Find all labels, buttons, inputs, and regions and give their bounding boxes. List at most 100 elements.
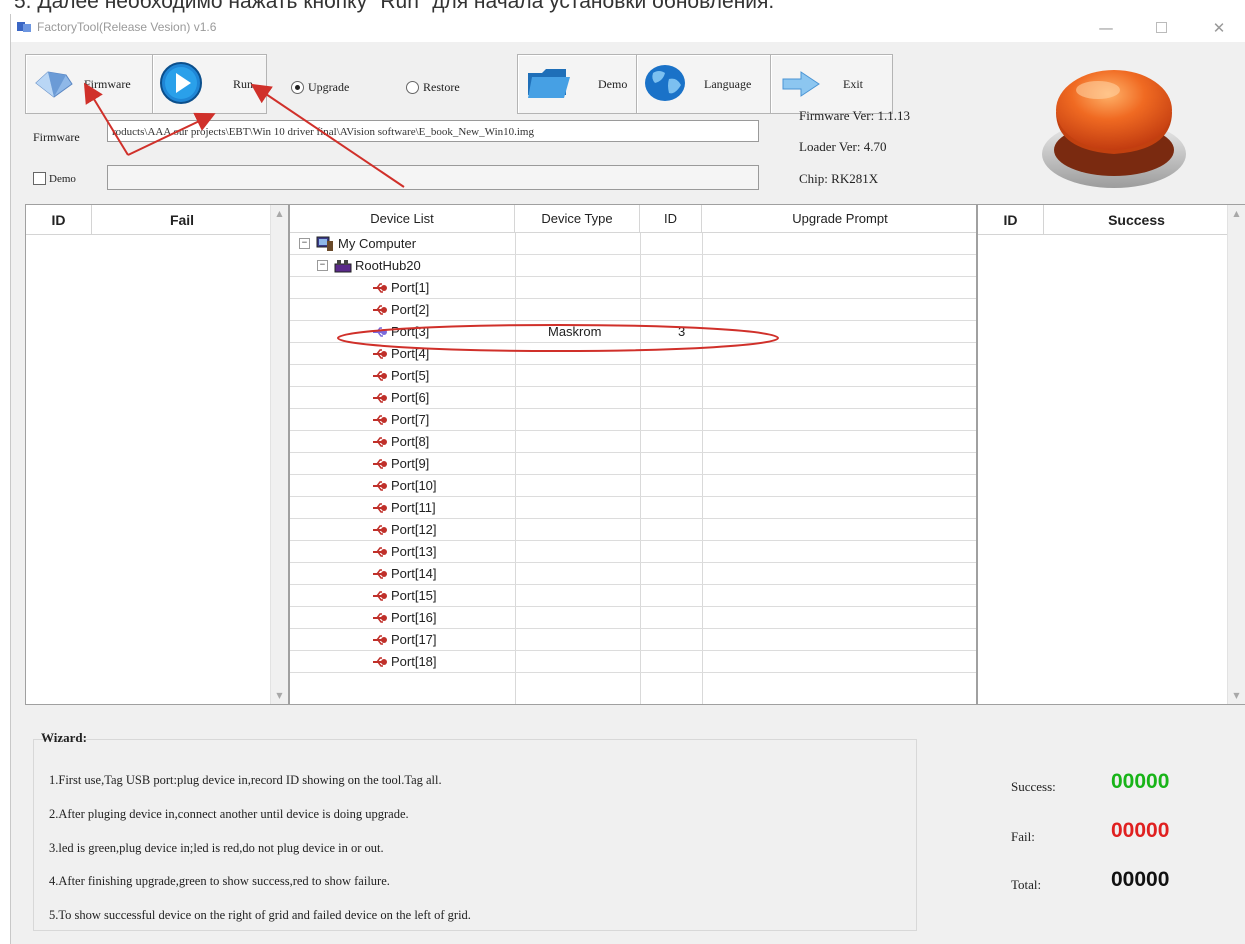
port-name: Port[4]	[391, 346, 430, 361]
restore-radio-label: Restore	[423, 80, 460, 94]
collapse-icon: −	[299, 238, 310, 249]
close-button[interactable]: ✕	[1199, 17, 1239, 39]
device-row[interactable]: Port[5]	[290, 365, 976, 387]
upgrade-radio-dot	[291, 81, 304, 94]
minimize-button[interactable]: —	[1086, 17, 1126, 39]
device-row[interactable]: Port[16]	[290, 607, 976, 629]
usb-icon	[373, 525, 387, 535]
device-row[interactable]: Port[9]	[290, 453, 976, 475]
device-row[interactable]: Port[2]	[290, 299, 976, 321]
port-name: Port[10]	[391, 478, 437, 493]
run-button[interactable]: Run	[152, 54, 267, 114]
demo-button-label: Demo	[598, 77, 628, 91]
close-icon: ✕	[1212, 19, 1226, 37]
maximize-icon	[1155, 22, 1167, 33]
device-row[interactable]: Port[18]	[290, 651, 976, 673]
usb-icon	[373, 547, 387, 557]
tree-hub-row[interactable]: − RootHub20	[290, 255, 976, 277]
title-bar: FactoryTool(Release Vesion) v1.6 — ✕	[11, 14, 1245, 42]
usb-icon	[373, 503, 387, 513]
port-name: Port[16]	[391, 610, 437, 625]
port-name: Port[15]	[391, 588, 437, 603]
restore-radio[interactable]: Restore	[406, 80, 460, 95]
port-name: Port[18]	[391, 654, 437, 669]
port-name: Port[11]	[391, 500, 436, 515]
usb-icon	[373, 635, 387, 645]
demo-button[interactable]: Demo	[517, 54, 637, 114]
wizard-step: 5.To show successful device on the right…	[49, 908, 471, 922]
usb-icon	[373, 283, 387, 293]
demo-path-field[interactable]	[107, 165, 759, 190]
port-name: Port[7]	[391, 412, 430, 427]
scroll-up-icon: ▲	[276, 209, 283, 218]
fail-scrollbar[interactable]: ▲ ▼	[270, 205, 288, 704]
total-count-value: 00000	[1111, 868, 1170, 891]
device-row[interactable]: Port[7]	[290, 409, 976, 431]
upgrade-prompt-header: Upgrade Prompt	[702, 205, 976, 233]
upgrade-radio-label: Upgrade	[308, 80, 350, 94]
device-row[interactable]: Port[17]	[290, 629, 976, 651]
usb-icon	[373, 305, 387, 315]
device-row[interactable]: Port[13]	[290, 541, 976, 563]
folder-icon	[528, 69, 570, 98]
total-count-label: Total:	[1011, 877, 1042, 892]
port-name: Port[13]	[391, 544, 437, 559]
device-row[interactable]: Port[10]	[290, 475, 976, 497]
firmware-path-label: Firmware	[33, 130, 80, 144]
usb-icon	[373, 371, 387, 381]
device-row[interactable]: Port[11]	[290, 497, 976, 519]
wizard-step: 1.First use,Tag USB port:plug device in,…	[49, 773, 442, 787]
language-button-label: Language	[704, 77, 752, 91]
success-panel: ID Success ▲ ▼	[977, 204, 1245, 705]
port-name: Port[14]	[391, 566, 437, 581]
firmware-version: Firmware Ver: 1.1.13	[799, 108, 910, 123]
maximize-button[interactable]	[1141, 17, 1181, 39]
tree-root-label: My Computer	[338, 236, 417, 251]
device-row[interactable]: Port[15]	[290, 585, 976, 607]
device-row[interactable]: Port[14]	[290, 563, 976, 585]
usb-icon	[373, 437, 387, 447]
upgrade-radio[interactable]: Upgrade	[291, 80, 349, 95]
usb-icon	[373, 327, 387, 337]
computer-icon	[316, 236, 333, 251]
firmware-button[interactable]: Firmware	[25, 54, 153, 114]
restore-radio-dot	[406, 81, 419, 94]
wizard-box	[33, 739, 917, 931]
globe-icon	[645, 65, 685, 101]
firmware-path-field[interactable]: roducts\AAA our projects\EBT\Win 10 driv…	[107, 120, 759, 142]
language-button[interactable]: Language	[636, 54, 771, 114]
success-count-value: 00000	[1111, 770, 1170, 793]
usb-icon	[373, 481, 387, 491]
usb-icon	[373, 349, 387, 359]
tree-root-row[interactable]: − My Computer	[290, 233, 976, 255]
window-title: FactoryTool(Release Vesion) v1.6	[37, 20, 217, 34]
success-scrollbar[interactable]: ▲ ▼	[1227, 205, 1245, 704]
device-row[interactable]: Port[12]	[290, 519, 976, 541]
play-icon	[160, 62, 202, 104]
app-icon	[17, 22, 31, 32]
port-name: Port[6]	[391, 390, 430, 405]
device-row[interactable]: Port[3] Maskrom 3	[290, 321, 976, 343]
port-name: Port[8]	[391, 434, 430, 449]
port-name: Port[3]	[391, 324, 430, 339]
fail-count-label: Fail:	[1011, 829, 1035, 844]
wizard-title: Wizard:	[41, 730, 87, 745]
red-push-button[interactable]	[1038, 54, 1190, 192]
scroll-up-icon: ▲	[1233, 209, 1240, 218]
device-row[interactable]: Port[1]	[290, 277, 976, 299]
demo-checkbox-label: Demo	[49, 172, 76, 185]
success-id-header: ID	[978, 205, 1044, 235]
device-row[interactable]: Port[4]	[290, 343, 976, 365]
app-window: FactoryTool(Release Vesion) v1.6 — ✕ Fir…	[10, 14, 1245, 944]
port-name: Port[2]	[391, 302, 430, 317]
device-panel: Device List Device Type ID Upgrade Promp…	[289, 204, 977, 705]
port-name: Port[12]	[391, 522, 437, 537]
wizard-step: 4.After finishing upgrade,green to show …	[49, 874, 390, 888]
device-type-cell: Maskrom	[548, 324, 602, 339]
exit-button[interactable]: Exit	[770, 54, 893, 114]
demo-checkbox[interactable]: Demo	[33, 172, 76, 185]
device-row[interactable]: Port[6]	[290, 387, 976, 409]
device-row[interactable]: Port[8]	[290, 431, 976, 453]
success-status-header: Success	[1044, 205, 1229, 235]
collapse-icon: −	[317, 260, 328, 271]
